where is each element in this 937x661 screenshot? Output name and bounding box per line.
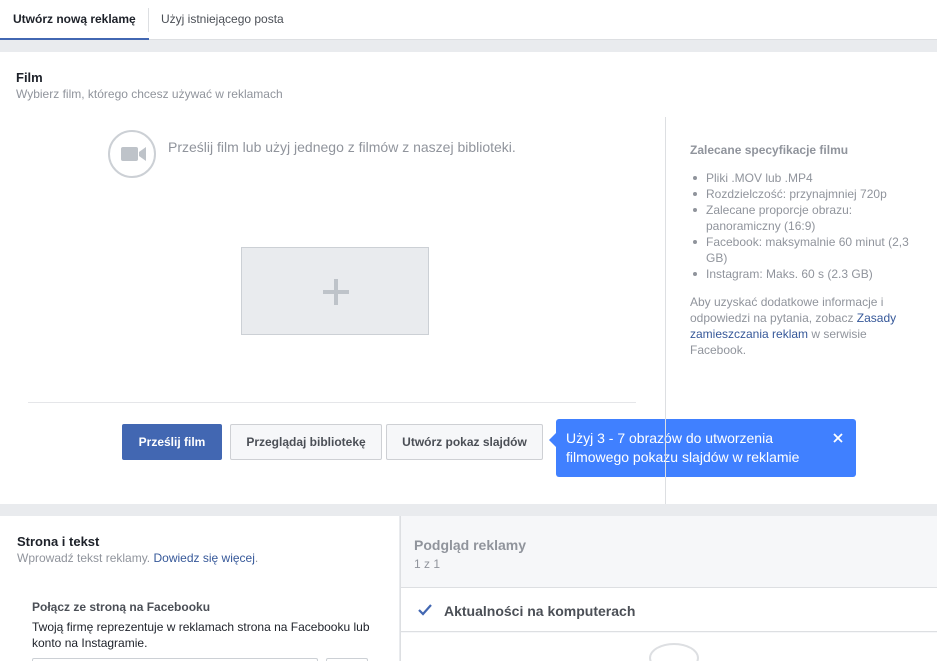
page-text-title: Strona i tekst — [17, 534, 100, 549]
ad-creation-tabs: Utwórz nową reklamę Użyj istniejącego po… — [0, 0, 937, 40]
close-icon[interactable] — [832, 432, 844, 444]
checkmark-icon — [418, 604, 432, 616]
specs-info-text: Aby uzyskać dodatkowe informacje i odpow… — [690, 295, 884, 325]
ad-preview-count: 1 z 1 — [414, 557, 441, 571]
film-section: Film Wybierz film, którego chcesz używać… — [0, 52, 937, 504]
film-section-title: Film — [16, 70, 43, 85]
specs-info: Aby uzyskać dodatkowe informacje i odpow… — [690, 294, 915, 358]
page-text-subtitle: Wprowadź tekst reklamy. Dowiedz się więc… — [17, 551, 258, 565]
upload-message: Prześlij film lub użyj jednego z filmów … — [168, 139, 516, 155]
placement-label: Aktualności na komputerach — [444, 603, 636, 619]
preview-avatar — [649, 643, 699, 661]
slideshow-tooltip-text: Użyj 3 - 7 obrazów do utworzenia filmowe… — [566, 430, 800, 465]
add-video-dropzone[interactable] — [241, 247, 429, 335]
connect-page-label: Połącz ze stroną na Facebooku — [32, 600, 211, 614]
spec-item: Rozdzielczość: przynajmniej 720p — [690, 186, 920, 202]
ad-preview-body — [401, 633, 937, 661]
slideshow-tooltip: Użyj 3 - 7 obrazów do utworzenia filmowe… — [549, 419, 856, 477]
placement-desktop-news-feed[interactable]: Aktualności na komputerach — [401, 587, 937, 632]
browse-library-button[interactable]: Przeglądaj bibliotekę — [230, 424, 382, 460]
ad-preview-title: Podgląd reklamy — [414, 537, 527, 553]
ad-preview-section: Podgląd reklamy 1 z 1 Aktualności na kom… — [400, 516, 937, 661]
tab-use-existing-post[interactable]: Użyj istniejącego posta — [148, 0, 297, 40]
specs-title: Zalecane specyfikacje filmu — [690, 143, 849, 157]
video-camera-icon — [108, 130, 156, 178]
page-text-subtitle-text: Wprowadź tekst reklamy. — [17, 551, 151, 565]
page-and-text-section: Strona i tekst Wprowadź tekst reklamy. D… — [0, 516, 399, 661]
plus-icon — [323, 279, 349, 305]
learn-more-link[interactable]: Dowiedz się więcej — [154, 551, 255, 565]
create-slideshow-button[interactable]: Utwórz pokaz slajdów — [386, 424, 543, 460]
spec-item: Pliki .MOV lub .MP4 — [690, 170, 920, 186]
specs-divider — [665, 117, 666, 504]
page-text-subtitle-end: . — [254, 551, 259, 565]
upload-video-button[interactable]: Prześlij film — [122, 424, 222, 460]
connect-page-description: Twoją firmę reprezentuje w reklamach str… — [32, 620, 370, 650]
spec-item: Zalecane proporcje obrazu: panoramiczny … — [690, 202, 920, 234]
spec-item: Facebook: maksymalnie 60 minut (2,3 GB) — [690, 234, 920, 266]
tab-create-new-ad[interactable]: Utwórz nową reklamę — [0, 0, 149, 40]
specs-list: Pliki .MOV lub .MP4 Rozdzielczość: przyn… — [690, 170, 920, 282]
film-divider — [28, 402, 636, 403]
film-section-subtitle: Wybierz film, którego chcesz używać w re… — [16, 87, 283, 101]
spec-item: Instagram: Maks. 60 s (2.3 GB) — [690, 266, 920, 282]
